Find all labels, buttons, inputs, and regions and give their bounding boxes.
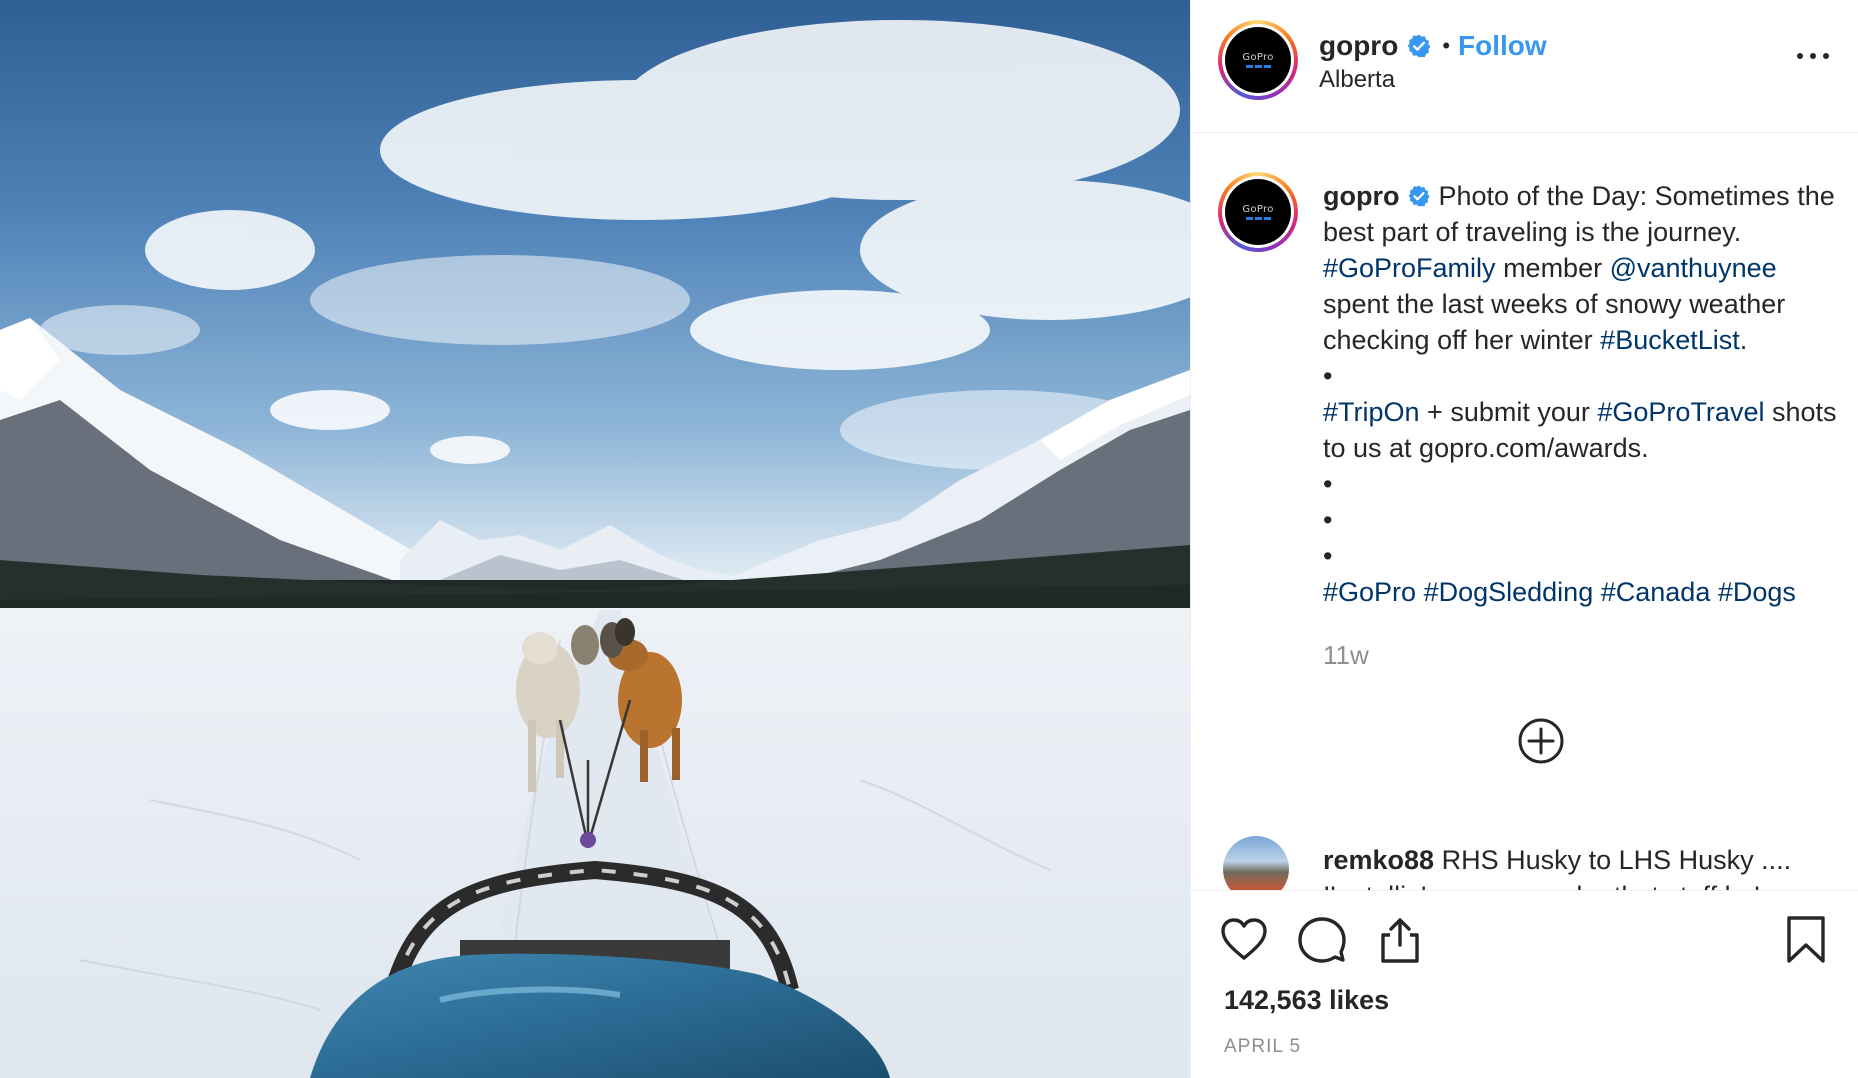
hashtag-link[interactable]: #DogSledding bbox=[1424, 577, 1594, 607]
hashtag-link[interactable]: #GoPro bbox=[1323, 577, 1416, 607]
heart-icon[interactable] bbox=[1219, 915, 1269, 965]
caption-timestamp[interactable]: 11w bbox=[1323, 640, 1369, 671]
mention-link[interactable]: @vanthuynee bbox=[1610, 253, 1777, 283]
comments-area[interactable]: GoPro gopro Photo of the Day: Sometimes … bbox=[1191, 134, 1858, 890]
bookmark-icon[interactable] bbox=[1781, 915, 1831, 965]
action-bar: 142,563 likes APRIL 5 bbox=[1191, 890, 1858, 1078]
caption-bullet: • bbox=[1323, 541, 1333, 571]
caption-text: . bbox=[1739, 325, 1748, 355]
post-side-panel: GoPro gopro • Follow Alberta GoPro gopro bbox=[1190, 0, 1858, 1078]
commenter-avatar[interactable] bbox=[1223, 836, 1289, 890]
caption-avatar[interactable]: GoPro bbox=[1218, 172, 1298, 252]
avatar-logo-text: GoPro bbox=[1242, 51, 1274, 63]
more-options-icon[interactable] bbox=[1797, 50, 1829, 62]
post-location[interactable]: Alberta bbox=[1319, 66, 1395, 94]
caption-text: + submit your bbox=[1427, 397, 1590, 427]
author-username[interactable]: gopro bbox=[1319, 30, 1398, 62]
hashtag-link[interactable]: #Canada bbox=[1601, 577, 1711, 607]
author-avatar[interactable]: GoPro bbox=[1218, 20, 1298, 100]
comment-text: RHS Husky to LHS Husky .... bbox=[1441, 845, 1792, 875]
likes-count[interactable]: 142,563 likes bbox=[1224, 985, 1389, 1016]
plus-circle-icon[interactable] bbox=[1516, 716, 1566, 766]
caption-bullet: • bbox=[1323, 361, 1333, 391]
post-photo-scene bbox=[0, 20, 1190, 1078]
hashtag-link[interactable]: #Dogs bbox=[1718, 577, 1796, 607]
post-date[interactable]: APRIL 5 bbox=[1224, 1036, 1301, 1058]
comment-text-continued: I'm tellin' ya man, under that stuff he'… bbox=[1323, 878, 1843, 890]
comment-icon[interactable] bbox=[1297, 915, 1347, 965]
caption-bullet: • bbox=[1323, 469, 1333, 499]
hashtag-link[interactable]: #BucketList bbox=[1600, 325, 1740, 355]
post-photo[interactable] bbox=[0, 0, 1190, 1078]
hashtag-link[interactable]: #TripOn bbox=[1323, 397, 1420, 427]
verified-badge-icon bbox=[1408, 185, 1430, 207]
post-header: GoPro gopro • Follow Alberta bbox=[1191, 0, 1858, 133]
header-separator: • bbox=[1442, 33, 1451, 58]
caption-text: member bbox=[1503, 253, 1603, 283]
share-icon[interactable] bbox=[1375, 915, 1425, 965]
verified-badge-icon bbox=[1407, 34, 1431, 58]
hashtag-link[interactable]: #GoProFamily bbox=[1323, 253, 1496, 283]
caption-bullet: • bbox=[1323, 505, 1333, 535]
hashtag-link[interactable]: #GoProTravel bbox=[1597, 397, 1764, 427]
avatar-logo-text: GoPro bbox=[1242, 203, 1274, 215]
comment-item: remko88 RHS Husky to LHS Husky .... I'm … bbox=[1191, 824, 1858, 890]
caption-text: Photo of the Day: Sometimes the best par… bbox=[1323, 181, 1835, 247]
caption-username[interactable]: gopro bbox=[1323, 181, 1399, 211]
commenter-username[interactable]: remko88 bbox=[1323, 845, 1434, 875]
post-caption: gopro Photo of the Day: Sometimes the be… bbox=[1323, 178, 1843, 610]
follow-button[interactable]: Follow bbox=[1458, 30, 1547, 62]
